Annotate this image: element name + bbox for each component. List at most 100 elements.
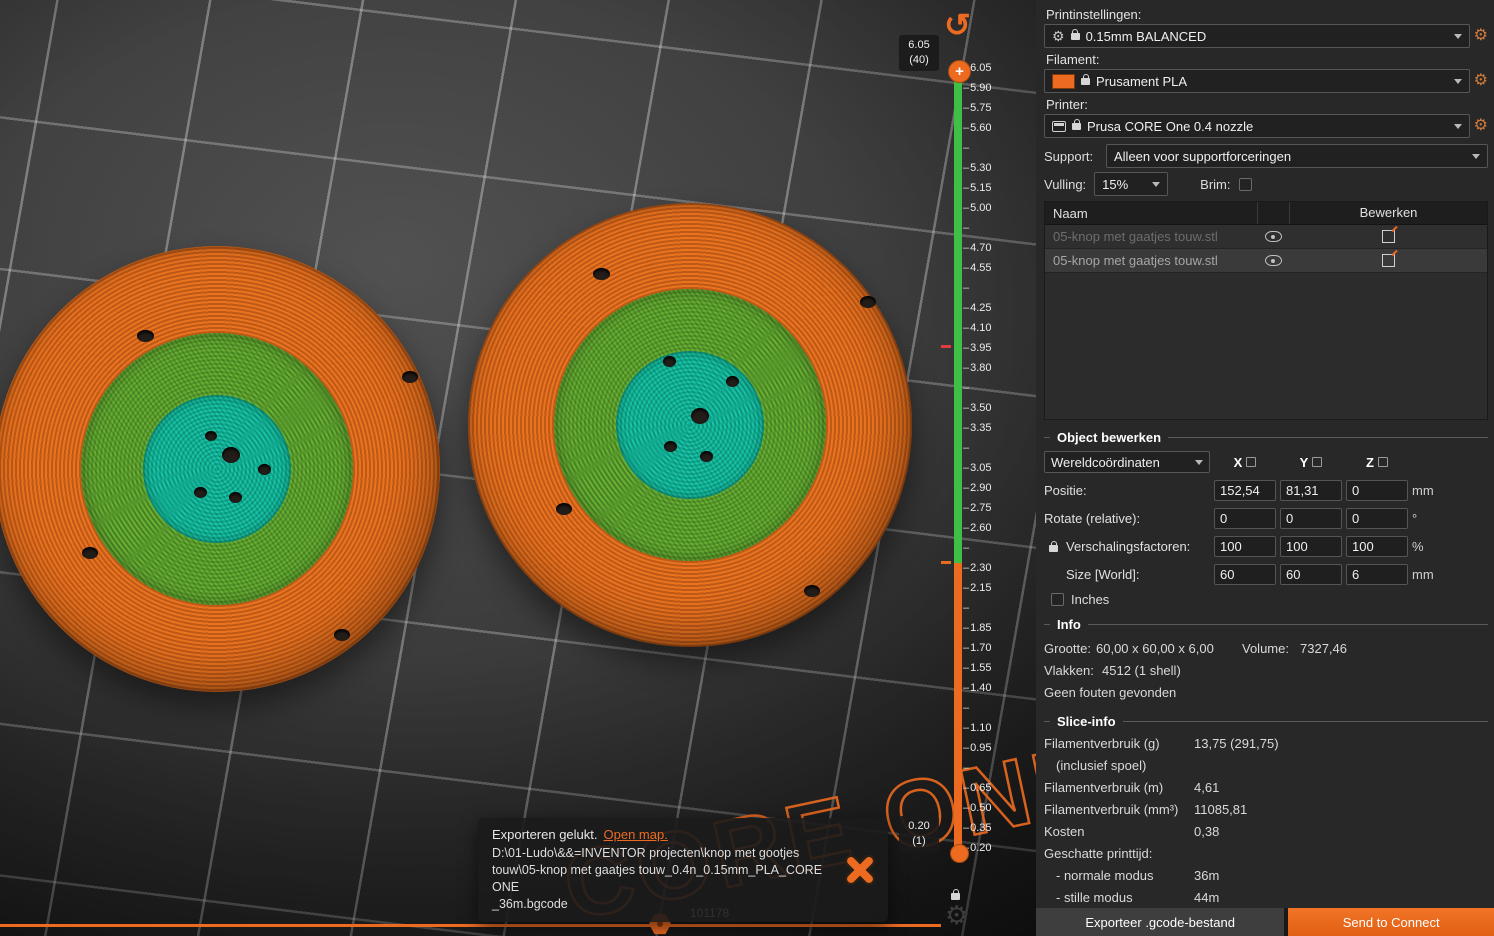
plus-icon: + — [955, 63, 964, 80]
layer-slider-upper-handle[interactable]: + — [948, 60, 971, 83]
printer-label: Printer: — [1046, 97, 1088, 112]
layer-tick: –0.65 — [963, 781, 992, 794]
screw-hole — [860, 296, 876, 308]
screw-hole — [593, 268, 610, 280]
print-settings-gear-button[interactable]: ⚙ — [1474, 28, 1488, 44]
object-x-input[interactable] — [1214, 536, 1276, 557]
export-gcode-button[interactable]: Exporteer .gcode-bestand — [1036, 908, 1285, 936]
send-to-connect-button[interactable]: Send to Connect — [1288, 908, 1494, 936]
edit-object-icon[interactable] — [1289, 230, 1487, 243]
print-settings-select[interactable]: ⚙ 0.15mm BALANCED — [1044, 24, 1470, 48]
layer-tick: –1.40 — [963, 681, 992, 694]
layer-tick: –1.85 — [963, 621, 992, 634]
edit-object-icon[interactable] — [1289, 254, 1487, 267]
toast-path-line: D:\01-Ludo\&&=INVENTOR projecten\knop me… — [492, 846, 800, 860]
object-row[interactable]: 05-knop met gaatjes touw.stl — [1045, 225, 1487, 249]
screw-hole — [194, 487, 207, 498]
3d-viewport[interactable]: CORE ONE 101178 Exporteren gelukt.Open m… — [0, 0, 1036, 936]
object-y-input[interactable] — [1280, 536, 1342, 557]
undo-arrow-icon[interactable]: ↺ — [944, 6, 971, 44]
object-row[interactable]: 05-knop met gaatjes touw.stl — [1045, 249, 1487, 273]
axis-header-x: X — [1214, 455, 1276, 470]
close-icon[interactable] — [842, 852, 878, 888]
object-y-input[interactable] — [1280, 480, 1342, 501]
toast-status-text: Exporteren gelukt. — [492, 827, 598, 842]
filament-gear-button[interactable]: ⚙ — [1474, 73, 1488, 89]
screw-hole — [402, 371, 418, 383]
open-map-link[interactable]: Open map. — [604, 827, 668, 842]
chevron-down-icon — [1152, 182, 1161, 191]
layer-tick: –1.70 — [963, 641, 992, 654]
slice-info-label: (inclusief spoel) — [1056, 758, 1147, 773]
layer-tick: – — [963, 441, 970, 454]
inches-checkbox[interactable] — [1051, 593, 1064, 606]
layer-tick: –4.70 — [963, 241, 992, 254]
screw-hole — [334, 629, 350, 641]
object-name: 05-knop met gaatjes touw.stl — [1053, 253, 1218, 268]
layer-tick-scale: –6.05 –5.90 –5.75 –5.60 – –5.30 –5.15 –5.00 – –4.… — [963, 62, 1019, 854]
layer-tick: –3.80 — [963, 361, 992, 374]
lock-icon — [1072, 118, 1081, 130]
info-title: Info — [1044, 617, 1488, 632]
object-manipulation-panel: Wereldcoördinaten X Y Z Positie: mm Rotate… — [1044, 451, 1488, 585]
layer-tick: – — [963, 381, 970, 394]
unit-label: ° — [1412, 511, 1418, 526]
coordinate-system-select[interactable]: Wereldcoördinaten — [1044, 451, 1210, 473]
chevron-down-icon — [1472, 154, 1480, 163]
object-y-input[interactable] — [1280, 508, 1342, 529]
sidebar: Printinstellingen: ⚙ 0.15mm BALANCED ⚙ F… — [1036, 0, 1494, 936]
toast-status: Exporteren gelukt. Open map. — [492, 827, 830, 842]
support-select[interactable]: Alleen voor supportforceringen — [1106, 144, 1488, 168]
screw-hole — [663, 356, 676, 367]
object-z-input[interactable] — [1346, 480, 1408, 501]
lock-icon — [1070, 28, 1080, 40]
layer-tick: –1.10 — [963, 721, 992, 734]
prusaslicer-window: CORE ONE 101178 Exporteren gelukt.Open m… — [0, 0, 1494, 936]
lock-icon[interactable] — [951, 889, 960, 900]
slice-info-label: - normale modus — [1056, 868, 1154, 883]
layer-tick: –5.60 — [963, 121, 992, 134]
screw-hole — [229, 492, 242, 503]
object-x-input[interactable] — [1214, 508, 1276, 529]
layer-marker-icon — [941, 561, 951, 564]
object-z-input[interactable] — [1346, 536, 1408, 557]
printer-gear-button[interactable]: ⚙ — [1474, 118, 1488, 134]
object-x-input[interactable] — [1214, 480, 1276, 501]
object-edit-title: Object bewerken — [1044, 430, 1488, 445]
screw-hole — [700, 451, 713, 462]
object-x-input[interactable] — [1214, 564, 1276, 585]
facets-label: Vlakken: — [1044, 663, 1094, 678]
object-list: Naam Bewerken 05-knop met gaatjes touw.s… — [1044, 201, 1488, 420]
layer-slider-lower-handle[interactable] — [950, 844, 969, 863]
object-name: 05-knop met gaatjes touw.stl — [1053, 229, 1218, 244]
object-z-input[interactable] — [1346, 508, 1408, 529]
slice-info-label: Filamentverbruik (mm³) — [1044, 802, 1179, 817]
layer-slider-track[interactable] — [954, 70, 962, 854]
print-object-left[interactable] — [0, 246, 440, 692]
layer-tick: –2.75 — [963, 501, 992, 514]
layer-tick: –0.50 — [963, 801, 992, 814]
layer-tick: – — [963, 141, 970, 154]
uniform-scale-lock-icon[interactable] — [1049, 541, 1058, 552]
layer-tick: – — [963, 701, 970, 714]
visibility-eye-icon[interactable] — [1257, 231, 1289, 242]
print-object-right[interactable] — [468, 203, 912, 647]
infill-select[interactable]: 15% — [1094, 172, 1169, 196]
screw-hole — [726, 376, 739, 387]
object-y-input[interactable] — [1280, 564, 1342, 585]
action-bar: Exporteer .gcode-bestand Send to Connect — [1036, 908, 1494, 936]
visibility-eye-icon[interactable] — [1257, 255, 1289, 266]
layer-tick: –3.05 — [963, 461, 992, 474]
brim-checkbox[interactable] — [1238, 177, 1252, 191]
slice-info-value: 44m — [1194, 890, 1220, 905]
slice-info-value: 4,61 — [1194, 780, 1220, 795]
gear-icon[interactable]: ⚙ — [945, 900, 968, 931]
layer-slider-top-value: 6.05 (40) — [899, 35, 939, 71]
support-label: Support: — [1044, 148, 1094, 164]
object-z-input[interactable] — [1346, 564, 1408, 585]
filament-select[interactable]: Prusament PLA — [1044, 69, 1470, 93]
lock-icon — [1081, 73, 1090, 85]
horizontal-move-slider-track[interactable] — [0, 924, 941, 927]
printer-select[interactable]: Prusa CORE One 0.4 nozzle — [1044, 114, 1470, 138]
name-column-header: Naam — [1053, 205, 1088, 221]
